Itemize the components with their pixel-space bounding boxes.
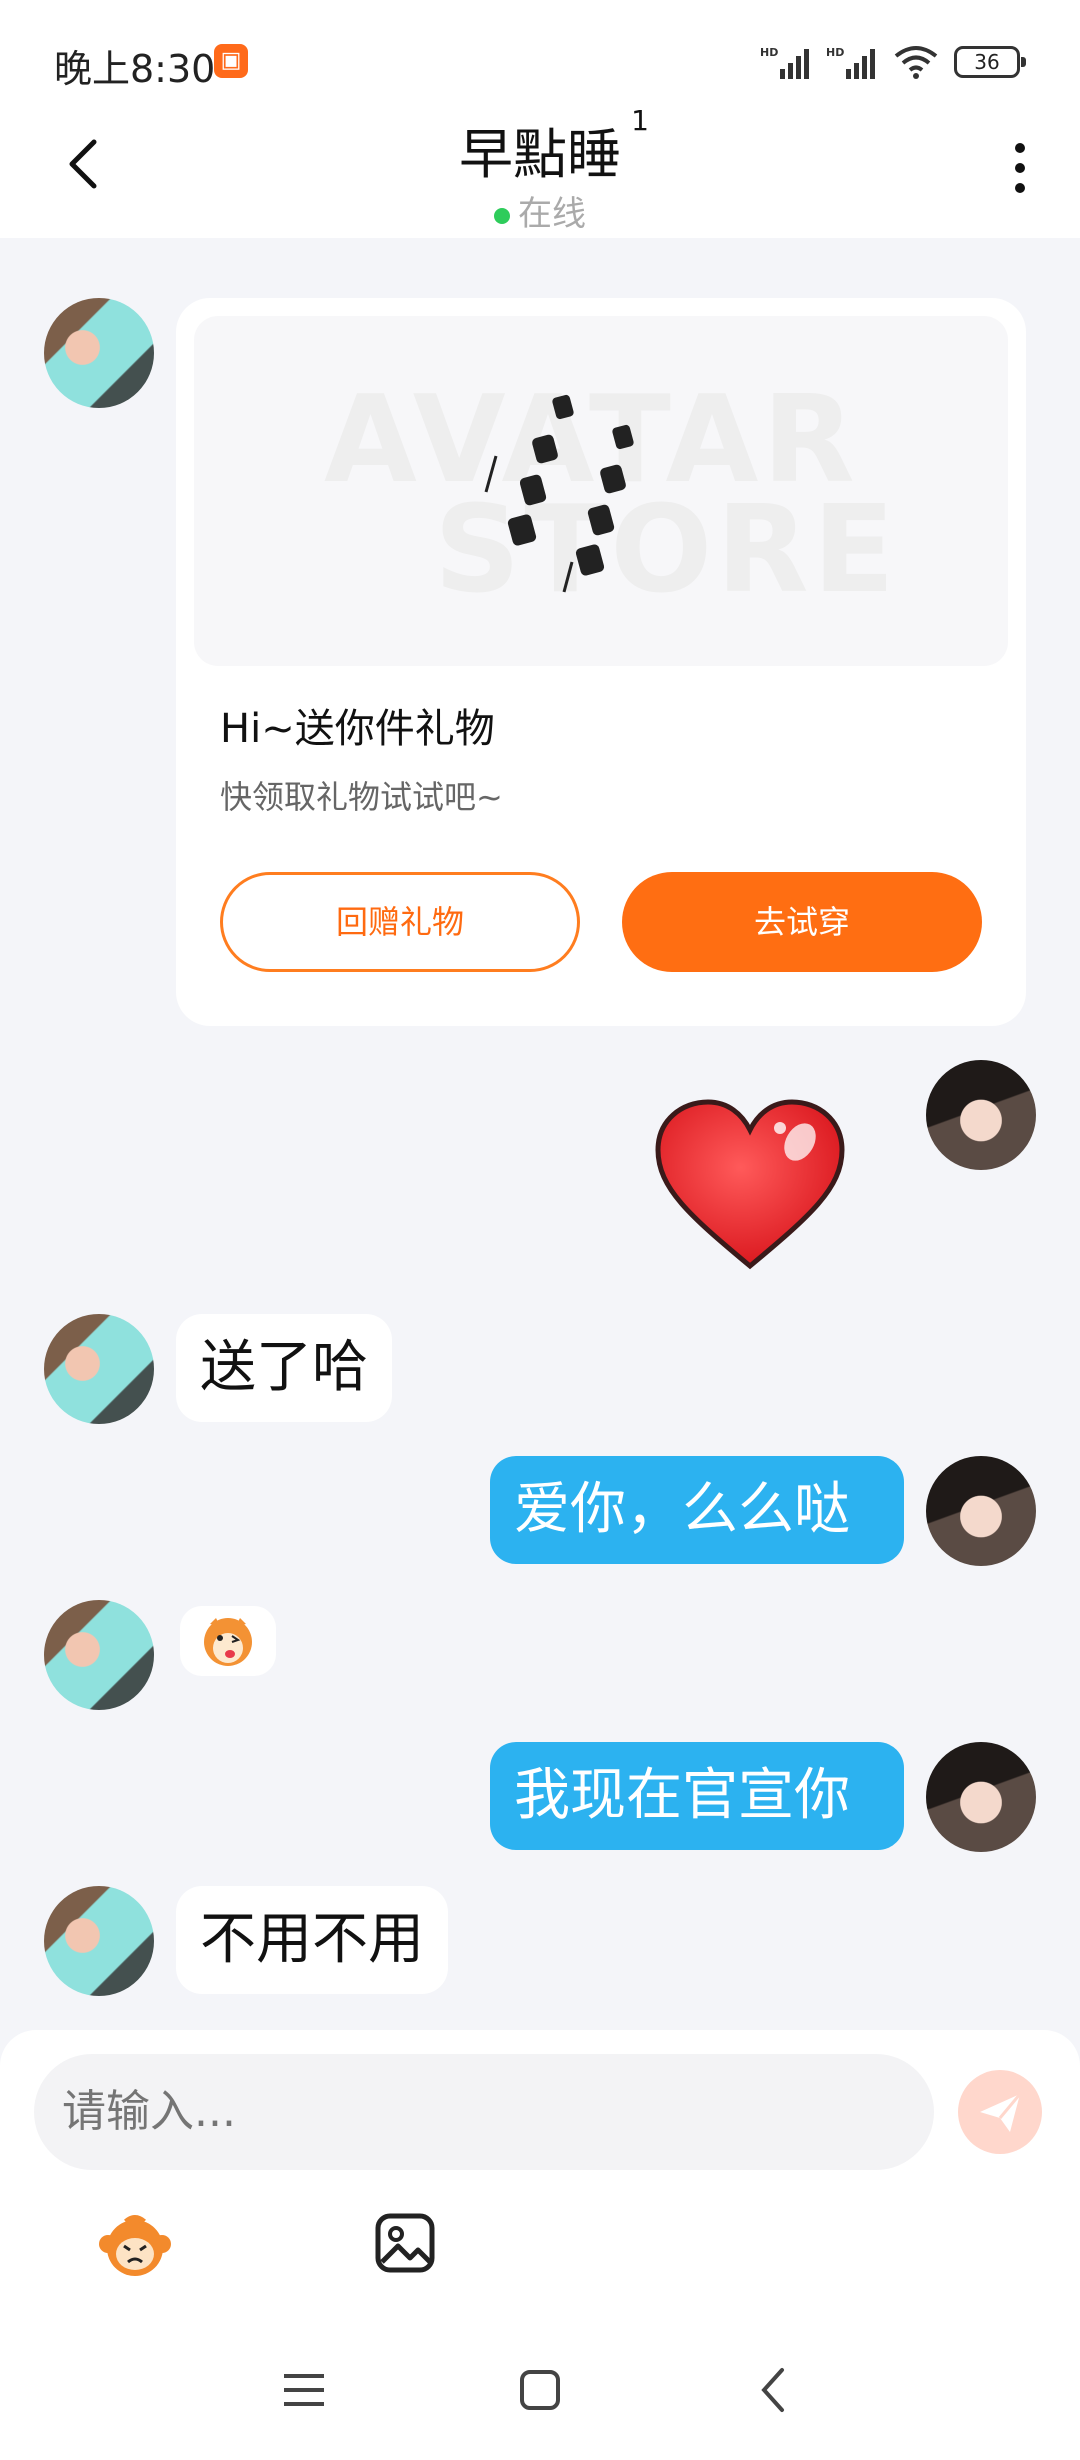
heart-sticker[interactable] (650, 1096, 850, 1276)
status-time: 晚上8:30 (54, 47, 216, 91)
system-nav-bar (0, 2330, 1080, 2460)
my-avatar[interactable] (926, 1456, 1036, 1566)
message-bubble[interactable]: 我现在官宣你 (490, 1742, 904, 1850)
signal-icon-2: HD (826, 46, 875, 79)
app-notification-icon: ▣ (214, 44, 248, 78)
gift-item-graphic (484, 394, 634, 593)
online-dot-icon (494, 207, 510, 224)
tiger-sticker[interactable] (180, 1606, 276, 1676)
svg-text:HD: HD (760, 46, 778, 59)
message-bubble[interactable]: 不用不用 (176, 1886, 448, 1994)
more-vertical-icon[interactable] (1010, 140, 1030, 196)
contact-name: 早點睡 (459, 123, 621, 186)
return-gift-button[interactable]: 回赠礼物 (220, 872, 580, 972)
gift-subtitle: 快领取礼物试试吧~ (220, 778, 503, 816)
my-avatar[interactable] (926, 1742, 1036, 1852)
battery-level: 36 (974, 50, 1000, 74)
contact-avatar[interactable] (44, 1600, 154, 1710)
contact-avatar[interactable] (44, 298, 154, 408)
online-status-text: 在线 (518, 194, 586, 234)
gift-preview-image: AVATAR STORE (194, 316, 1008, 666)
try-on-button[interactable]: 去试穿 (622, 872, 982, 972)
my-avatar[interactable] (926, 1060, 1036, 1170)
gift-title: Hi~送你件礼物 (220, 706, 495, 752)
tiger-sticker-icon (204, 1618, 252, 1666)
monkey-emoji-icon[interactable] (96, 2210, 174, 2280)
svg-text:HD: HD (826, 46, 844, 59)
nav-back-icon[interactable] (758, 2366, 788, 2414)
online-status: 在线 (0, 186, 1080, 235)
message-bubble[interactable]: 爱你，么么哒 (490, 1456, 904, 1564)
battery-indicator: 36 (954, 46, 1026, 78)
status-indicators: HD HD 36 (760, 42, 1026, 82)
menu-icon[interactable] (282, 2370, 326, 2410)
send-button[interactable] (958, 2070, 1042, 2154)
chat-header: 早點睡 1 在线 (0, 90, 1080, 238)
unread-count: 1 (631, 104, 649, 137)
wifi-icon (894, 46, 938, 79)
signal-icon: HD (760, 46, 809, 79)
contact-avatar[interactable] (44, 1886, 154, 1996)
page-title: 早點睡 1 (0, 104, 1080, 189)
message-input[interactable] (34, 2054, 934, 2170)
image-icon[interactable] (374, 2212, 436, 2274)
message-bubble[interactable]: 送了哈 (176, 1314, 392, 1422)
gift-card: AVATAR STORE Hi~送你件礼物 快领取礼物试试吧~ 回赠礼物 去试穿 (176, 298, 1026, 1026)
send-icon (980, 2093, 1022, 2132)
contact-avatar[interactable] (44, 1314, 154, 1424)
composer (0, 2030, 1080, 2330)
home-icon[interactable] (518, 2368, 562, 2412)
